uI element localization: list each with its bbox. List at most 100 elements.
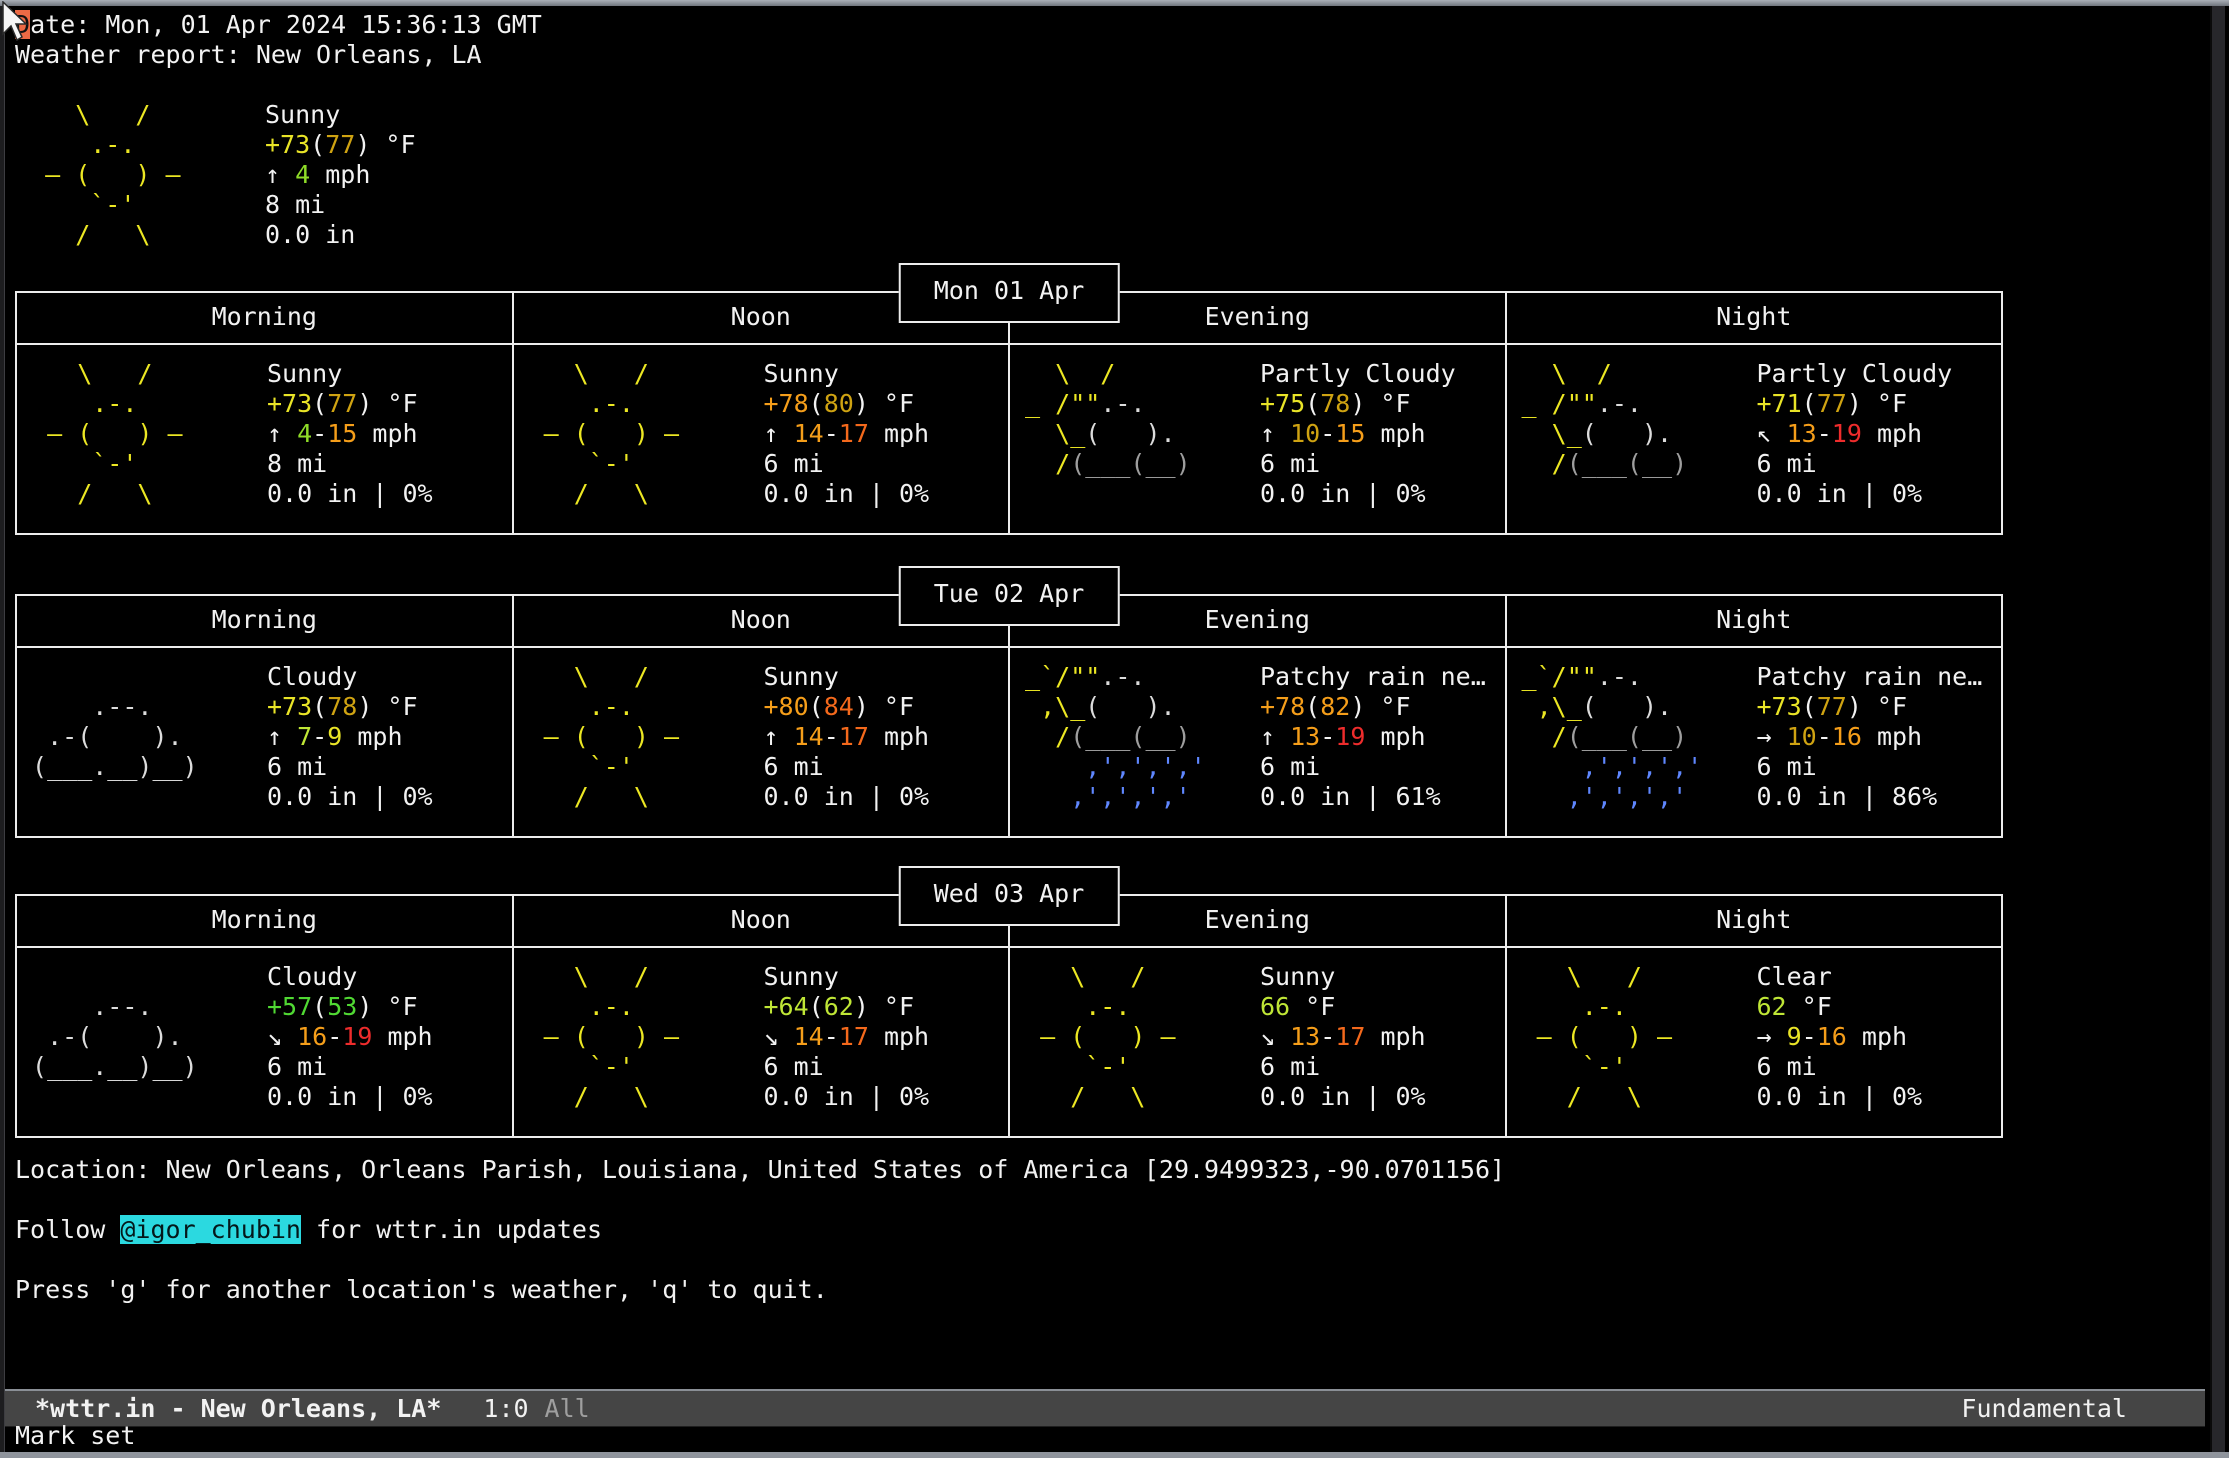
text-segment: 14 <box>794 722 824 751</box>
text-segment: 6 mi <box>1757 1052 1817 1081</box>
text-segment: 0.0 in | 61% <box>1260 782 1441 811</box>
twitter-handle[interactable]: @igor_chubin <box>120 1215 301 1244</box>
text-segment: 6 mi <box>1757 449 1817 478</box>
mode-line[interactable]: *wttr.in - New Orleans, LA* 1:0 All Fund… <box>5 1389 2205 1427</box>
text-segment: (___(__) <box>1070 722 1190 751</box>
text-segment: 0.0 in <box>265 220 355 249</box>
cursor-position[interactable]: 1:0 <box>483 1394 528 1424</box>
art-line <box>17 962 267 992</box>
text-segment: 17 <box>1335 1022 1365 1051</box>
forecast-cell-morning: .--. .-( ). (___.__)__)Cloudy+73(78) °F↑… <box>17 648 512 836</box>
text-segment: mph <box>357 419 417 448</box>
date-line: Date: Mon, 01 Apr 2024 15:36:13 GMT <box>15 10 2205 40</box>
buffer-area[interactable]: Date: Mon, 01 Apr 2024 15:36:13 GMT Weat… <box>5 6 2205 1389</box>
text-segment: +64 <box>764 992 809 1021</box>
text-segment: ( <box>809 692 824 721</box>
text-segment: 0.0 in | 0% <box>267 782 433 811</box>
column-header-night: Night <box>1505 596 2002 646</box>
art-line: \ / <box>514 359 764 389</box>
art-line: \ / <box>514 962 764 992</box>
text-segment: mph <box>372 1022 432 1051</box>
art-line: / \ <box>514 479 764 509</box>
weather-detail-line: Sunny <box>267 359 512 389</box>
text-segment: mph <box>1365 1022 1425 1051</box>
column-header-morning: Morning <box>17 596 512 646</box>
text-segment: (___.__)__) <box>17 752 198 781</box>
text-segment: 10 <box>1787 722 1817 751</box>
text-segment: / \ <box>514 1082 649 1111</box>
text-segment: / \ <box>17 479 152 508</box>
forecast-cell-noon: \ / .-. ― ( ) ― `-' / \Sunny+78(80) °F↑ … <box>512 345 1009 533</box>
text-segment: \ / <box>514 962 649 991</box>
text-segment: ↘ <box>764 1022 794 1051</box>
art-line: ‚'‚'‚'‚' <box>1010 782 1260 812</box>
text-segment: 84 <box>824 692 854 721</box>
art-line: ― ( ) ― <box>514 1022 764 1052</box>
weather-detail-line: 6 mi <box>1260 1052 1505 1082</box>
forecast-cell-evening: _`/"".-. ,\_( ). /(___(__) ‚'‚'‚'‚' ‚'‚'… <box>1008 648 1505 836</box>
weather-detail-line: ↑ 4-15 mph <box>267 419 512 449</box>
weather-detail-line: +57(53) °F <box>267 992 512 1022</box>
text-segment: +78 <box>1260 692 1305 721</box>
art-line: _ /"".-. <box>1010 389 1260 419</box>
text-segment: .-. <box>1507 992 1627 1021</box>
text-segment: 77 <box>1817 692 1847 721</box>
text-segment: ‚'‚'‚'‚' <box>1010 752 1206 781</box>
scrollbar[interactable] <box>2210 6 2225 1452</box>
art-line <box>17 1082 267 1112</box>
weather-detail-line: +64(62) °F <box>764 992 1009 1022</box>
text-segment: .-. <box>17 389 137 418</box>
art-line: _ /"".-. <box>1507 389 1757 419</box>
cell-details: Partly Cloudy+71(77) °F↖ 13-19 mph6 mi0.… <box>1757 359 2002 533</box>
art-line: .-. <box>15 130 265 160</box>
text-segment: ) °F <box>357 992 417 1021</box>
report-line: Weather report: New Orleans, LA <box>15 40 2205 70</box>
weather-detail-line: Cloudy <box>267 662 512 692</box>
text-segment: +57 <box>267 992 312 1021</box>
weather-detail-line: +78(80) °F <box>764 389 1009 419</box>
table-content-row: \ / .-. ― ( ) ― `-' / \Sunny+73(77) °F↑ … <box>17 345 2001 533</box>
text-segment: 0.0 in | 0% <box>1757 479 1923 508</box>
weather-detail-line: 0.0 in | 0% <box>1757 1082 2002 1112</box>
text-segment: - <box>327 1022 342 1051</box>
art-line: `-' <box>514 1052 764 1082</box>
text-segment: ‚'‚'‚'‚' <box>1507 752 1703 781</box>
scroll-indicator: All <box>545 1394 590 1424</box>
column-header-night: Night <box>1505 896 2002 946</box>
art-line: ― ( ) ― <box>1010 1022 1260 1052</box>
weather-detail-line: +78(82) °F <box>1260 692 1505 722</box>
weather-detail-line: ↘ 13-17 mph <box>1260 1022 1505 1052</box>
forecast-cell-noon: \ / .-. ― ( ) ― `-' / \Sunny+64(62) °F↘ … <box>512 948 1009 1136</box>
text-segment: ) °F <box>854 389 914 418</box>
weather-ascii-art-sunny: \ / .-. ― ( ) ― `-' / \ <box>17 359 267 533</box>
text-segment: 6 mi <box>1260 1052 1320 1081</box>
text-segment: 7 <box>297 722 312 751</box>
text-segment: Sunny <box>265 100 340 129</box>
major-mode[interactable]: Fundamental <box>1961 1394 2127 1424</box>
text-segment: 17 <box>839 1022 869 1051</box>
art-line: /(___(__) <box>1507 449 1757 479</box>
forecast-table: MorningNoonEveningNight \ / .-. ― ( ) ― … <box>15 291 2003 535</box>
art-line: /(___(__) <box>1010 722 1260 752</box>
text-segment: 77 <box>327 389 357 418</box>
cell-details: Sunny+64(62) °F↘ 14-17 mph6 mi0.0 in | 0… <box>764 962 1009 1136</box>
text-segment: ( <box>809 389 824 418</box>
weather-detail-line: 0.0 in | 0% <box>267 782 512 812</box>
text-segment: _ /"" <box>1507 389 1597 418</box>
text-segment: 8 mi <box>267 449 327 478</box>
buffer-name[interactable]: *wttr.in - New Orleans, LA* <box>35 1394 441 1424</box>
text-segment: ( ). <box>1582 419 1672 448</box>
text-segment: ( <box>312 992 327 1021</box>
weather-detail-line: 66 °F <box>1260 992 1505 1022</box>
text-segment: .--. <box>17 692 152 721</box>
weather-ascii-art-rain: _`/"".-. ,\_( ). /(___(__) ‚'‚'‚'‚' ‚'‚'… <box>1010 662 1260 836</box>
art-line: \ / <box>514 662 764 692</box>
weather-ascii-art-partly: \ / _ /"".-. \_( ). /(___(__) <box>1507 359 1757 533</box>
text-segment: Partly Cloudy <box>1260 359 1456 388</box>
art-line <box>17 782 267 812</box>
weather-detail-line: ↑ 10-15 mph <box>1260 419 1505 449</box>
text-segment: 6 mi <box>267 1052 327 1081</box>
text-segment: ( <box>809 992 824 1021</box>
text-segment: mph <box>310 160 370 189</box>
weather-ascii-art-sunny: \ / .-. ― ( ) ― `-' / \ <box>1507 962 1757 1136</box>
